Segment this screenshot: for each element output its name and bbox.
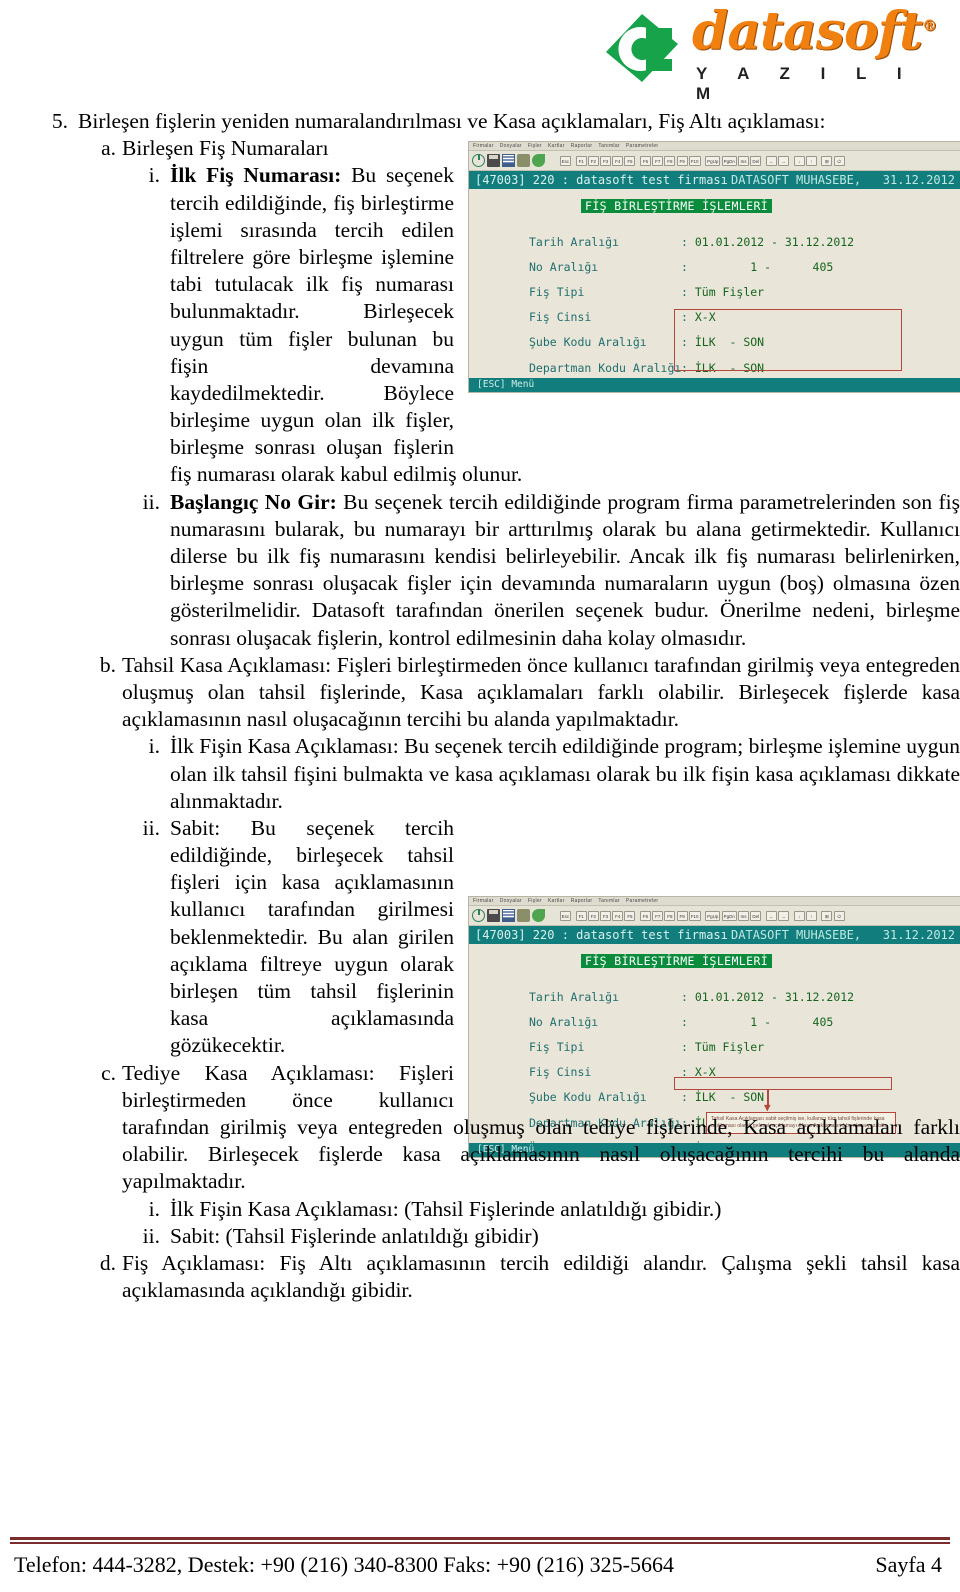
- item-b-text: Tahsil Kasa Açıklaması: Fişleri birleşti…: [122, 652, 960, 732]
- datasoft-logo-mark: [606, 14, 678, 82]
- item-c-sub-ii: ii. Sabit: (Tahsil Fişlerinde anlatıldığ…: [126, 1223, 960, 1250]
- heading-5-marker: 5.: [51, 109, 68, 133]
- item-a-sub-ii: ii. Başlangıç No Gir: Bu seçenek tercih …: [126, 489, 960, 652]
- item-a-sub-i-marker: i.: [148, 163, 160, 188]
- item-a-title: a. Birleşen Fiş Numaraları: [78, 135, 960, 162]
- item-c-sub-ii-marker: ii.: [142, 1223, 160, 1248]
- footer-contact: Telefon: 444-3282, Destek: +90 (216) 340…: [14, 1552, 674, 1577]
- item-a-sub-ii-bold: Başlangıç No Gir:: [170, 489, 337, 514]
- page-footer: Telefon: 444-3282, Destek: +90 (216) 340…: [0, 1537, 960, 1592]
- item-a-marker: a.: [101, 136, 116, 161]
- item-b-sub-ii: ii. Sabit: Bu seçenek tercih edildiğinde…: [126, 815, 960, 1060]
- item-a-sub-i: i. İlk Fiş Numarası: Bu seçenek tercih e…: [126, 162, 960, 488]
- item-b-sub-i: i. İlk Fişin Kasa Açıklaması: Bu seçenek…: [126, 733, 960, 815]
- item-c-marker: c.: [101, 1060, 116, 1085]
- item-a-sub-i-bold: İlk Fiş Numarası:: [170, 163, 342, 188]
- heading-5: 5. Birleşen fişlerin yeniden numaralandı…: [30, 108, 960, 135]
- logo-name: datasoft: [692, 1, 923, 62]
- screenshot-text-wrap-spacer: [454, 192, 960, 454]
- item-b-sub-ii-marker: ii.: [142, 815, 160, 840]
- logo-tagline: Y A Z I L I M: [696, 64, 915, 103]
- item-c-sub-ii-text: Sabit: (Tahsil Fişlerinde anlatıldığı gi…: [170, 1223, 539, 1248]
- item-c-sub-i-marker: i.: [148, 1196, 160, 1221]
- item-d-marker: d.: [99, 1250, 116, 1275]
- item-a-sub-ii-marker: ii.: [142, 489, 160, 514]
- item-c-sub-i-text: İlk Fişin Kasa Açıklaması: (Tahsil Fişle…: [170, 1196, 722, 1221]
- item-c: c. Tediye Kasa Açıklaması: Fişleri birle…: [78, 1060, 960, 1196]
- item-b-sub-i-text: İlk Fişin Kasa Açıklaması: Bu seçenek te…: [170, 734, 960, 813]
- item-c-sub-i: i. İlk Fişin Kasa Açıklaması: (Tahsil Fi…: [126, 1196, 960, 1223]
- item-b-sub-ii-text: Sabit: Bu seçenek tercih edildiğinde, bi…: [170, 815, 454, 1058]
- heading-5-text: Birleşen fişlerin yeniden numaralandırıl…: [78, 109, 826, 133]
- item-d-text: Fiş Açıklaması: Fiş Altı açıklamasının t…: [122, 1250, 960, 1303]
- item-b: b. Tahsil Kasa Açıklaması: Fişleri birle…: [78, 652, 960, 734]
- footer-rule-top: [10, 1537, 950, 1540]
- item-b-sub-i-marker: i.: [148, 734, 160, 759]
- page-header: datasoft® Y A Z I L I M: [0, 0, 960, 108]
- item-b-marker: b.: [99, 652, 116, 677]
- item-d: d. Fiş Açıklaması: Fiş Altı açıklamasını…: [78, 1250, 960, 1304]
- document-body: 5. Birleşen fişlerin yeniden numaralandı…: [0, 108, 960, 1304]
- logo-registered-mark: ®: [922, 16, 937, 35]
- item-a-text: Birleşen Fiş Numaraları: [122, 136, 329, 161]
- item-c-text: Tediye Kasa Açıklaması: Fişleri birleşti…: [122, 1060, 960, 1194]
- logo-wordmark: datasoft®: [692, 6, 937, 58]
- footer-page-number: Sayfa 4: [875, 1552, 942, 1577]
- datasoft-logo: datasoft® Y A Z I L I M: [592, 6, 937, 103]
